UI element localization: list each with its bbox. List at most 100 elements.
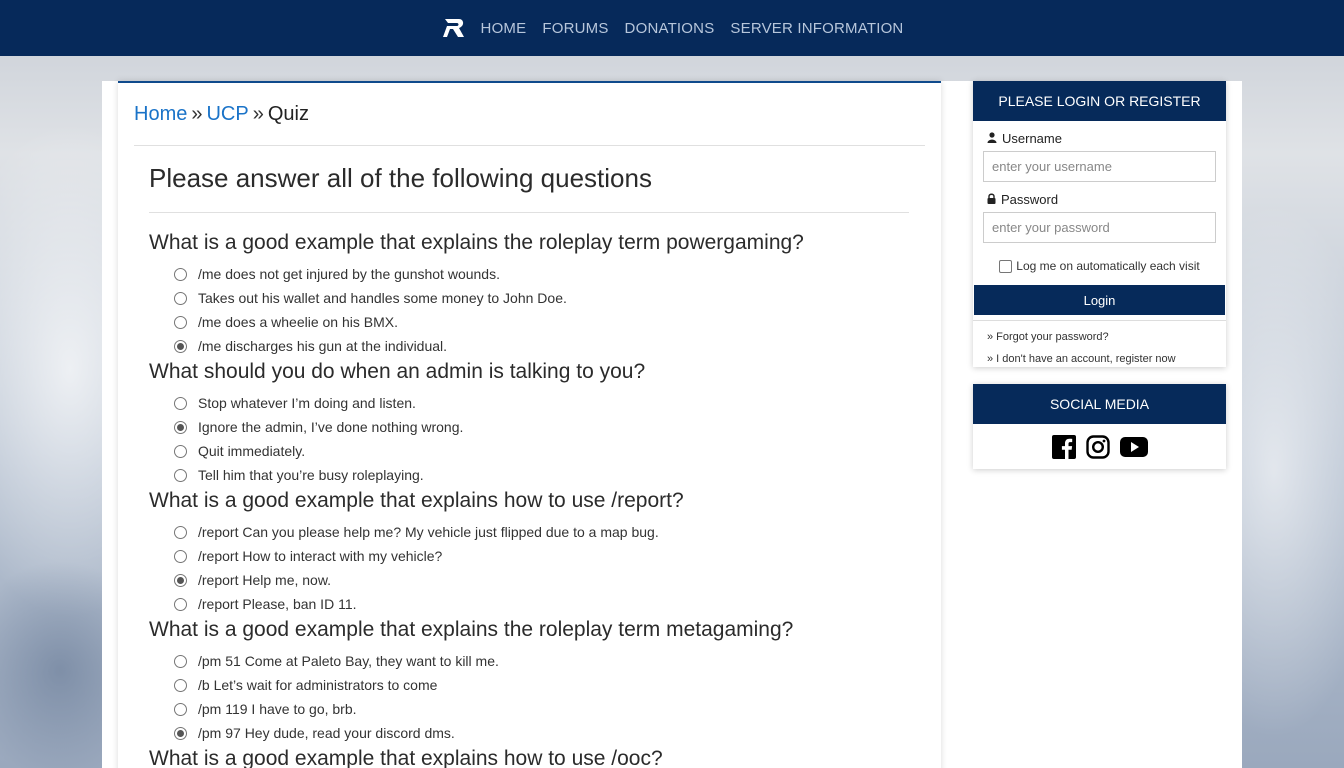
questions-list: What is a good example that explains the…: [149, 229, 919, 768]
password-label-text: Password: [1001, 192, 1059, 207]
username-input[interactable]: [983, 151, 1216, 182]
radio-button[interactable]: [174, 315, 187, 329]
social-media-header: SOCIAL MEDIA: [973, 384, 1226, 424]
question-block: What is a good example that explains the…: [149, 616, 919, 745]
option-label: /report Help me, now.: [198, 572, 332, 588]
remember-me-label: Log me on automatically each visit: [1016, 259, 1200, 273]
login-panel-header: PLEASE LOGIN OR REGISTER: [973, 81, 1226, 121]
login-button[interactable]: Login: [974, 285, 1225, 315]
answer-option[interactable]: /b Let’s wait for administrators to come: [174, 673, 919, 697]
answer-option[interactable]: /me discharges his gun at the individual…: [174, 334, 919, 358]
radio-button-selected[interactable]: [174, 573, 187, 587]
answer-option[interactable]: /pm 119 I have to go, brb.: [174, 697, 919, 721]
radio-button[interactable]: [174, 525, 187, 539]
question-text: What is a good example that explains how…: [149, 747, 663, 768]
top-navbar: HOME FORUMS DONATIONS SERVER INFORMATION: [0, 0, 1344, 56]
social-media-panel: SOCIAL MEDIA: [973, 384, 1226, 469]
answer-option[interactable]: /pm 51 Come at Paleto Bay, they want to …: [174, 649, 919, 673]
page-container: Home» UCP» Quiz Please answer all of the f…: [102, 81, 1242, 768]
breadcrumb-ucp-link[interactable]: UCP: [206, 103, 248, 125]
option-label: Tell him that you’re busy roleplaying.: [198, 467, 424, 483]
options-list: /me does not get injured by the gunshot …: [149, 261, 919, 358]
radio-button[interactable]: [174, 654, 187, 668]
question-block: What should you do when an admin is talk…: [149, 358, 919, 487]
register-link[interactable]: » I don't have an account, register now: [987, 348, 1212, 370]
answer-option[interactable]: /me does a wheelie on his BMX.: [174, 310, 919, 334]
breadcrumb-separator: »: [191, 103, 203, 125]
breadcrumb-home-link[interactable]: Home: [134, 103, 187, 125]
answer-option[interactable]: Tell him that you’re busy roleplaying.: [174, 463, 919, 487]
question-text: What is a good example that explains the…: [149, 618, 794, 641]
question-text: What is a good example that explains the…: [149, 231, 804, 254]
remember-me-row: Log me on automatically each visit: [973, 259, 1226, 273]
answer-option[interactable]: /me does not get injured by the gunshot …: [174, 262, 919, 286]
option-label: /pm 51 Come at Paleto Bay, they want to …: [198, 653, 499, 669]
option-label: /b Let’s wait for administrators to come: [198, 677, 438, 693]
answer-option[interactable]: Takes out his wallet and handles some mo…: [174, 286, 919, 310]
radio-button-selected[interactable]: [174, 726, 187, 740]
forgot-password-link[interactable]: » Forgot your password?: [987, 326, 1212, 348]
radio-button[interactable]: [174, 597, 187, 611]
options-list: /pm 51 Come at Paleto Bay, they want to …: [149, 648, 919, 745]
question-text: What should you do when an admin is talk…: [149, 360, 646, 383]
nav-server-information[interactable]: SERVER INFORMATION: [730, 20, 903, 37]
option-label: /report Please, ban ID 11.: [198, 596, 357, 612]
option-label: /me does not get injured by the gunshot …: [198, 266, 500, 282]
options-list: /report Can you please help me? My vehic…: [149, 519, 919, 616]
breadcrumb: Home» UCP» Quiz: [134, 103, 309, 126]
radio-button[interactable]: [174, 468, 187, 482]
radio-button-selected[interactable]: [174, 420, 187, 434]
radio-button[interactable]: [174, 396, 187, 410]
login-links: » Forgot your password? » I don't have a…: [973, 320, 1226, 375]
option-label: Takes out his wallet and handles some mo…: [198, 290, 567, 306]
question-block: What is a good example that explains how…: [149, 745, 919, 768]
remember-me-checkbox[interactable]: [999, 259, 1013, 273]
page-title: Please answer all of the following quest…: [149, 163, 652, 193]
option-label: /pm 97 Hey dude, read your discord dms.: [198, 725, 455, 741]
password-input[interactable]: [983, 212, 1216, 243]
instagram-icon[interactable]: [1085, 434, 1110, 459]
options-list: Stop whatever I’m doing and listen. Igno…: [149, 390, 919, 487]
lock-icon: [987, 192, 996, 207]
answer-option[interactable]: Stop whatever I’m doing and listen.: [174, 391, 919, 415]
username-label-text: Username: [1002, 131, 1062, 146]
breadcrumb-current: Quiz: [267, 103, 309, 125]
question-block: What is a good example that explains the…: [149, 229, 919, 358]
nav-donations[interactable]: DONATIONS: [625, 20, 715, 37]
answer-option[interactable]: Ignore the admin, I’ve done nothing wron…: [174, 415, 919, 439]
question-block: What is a good example that explains how…: [149, 487, 919, 616]
answer-option[interactable]: /report How to interact with my vehicle?: [174, 544, 919, 568]
nav-home[interactable]: HOME: [481, 20, 527, 37]
option-label: /pm 119 I have to go, brb.: [198, 701, 357, 717]
option-label: /me discharges his gun at the individual…: [198, 338, 448, 354]
answer-option[interactable]: /pm 97 Hey dude, read your discord dms.: [174, 721, 919, 745]
divider: [134, 145, 925, 146]
answer-option[interactable]: Quit immediately.: [174, 439, 919, 463]
login-panel: PLEASE LOGIN OR REGISTER Username Passwo…: [973, 81, 1226, 367]
option-label: /me does a wheelie on his BMX.: [198, 314, 398, 330]
user-icon: [987, 131, 997, 146]
logo-icon[interactable]: [441, 15, 467, 41]
answer-option[interactable]: /report Help me, now.: [174, 568, 919, 592]
radio-button[interactable]: [174, 702, 187, 716]
password-label: Password: [987, 192, 1226, 207]
radio-button-selected[interactable]: [174, 339, 187, 353]
username-label: Username: [987, 131, 1226, 146]
answer-option[interactable]: /report Can you please help me? My vehic…: [174, 520, 919, 544]
nav-forums[interactable]: FORUMS: [542, 20, 608, 37]
radio-button[interactable]: [174, 549, 187, 563]
breadcrumb-separator: »: [252, 103, 264, 125]
radio-button[interactable]: [174, 678, 187, 692]
option-label: Ignore the admin, I’ve done nothing wron…: [198, 419, 464, 435]
option-label: /report How to interact with my vehicle?: [198, 548, 443, 564]
option-label: Stop whatever I’m doing and listen.: [198, 395, 416, 411]
facebook-icon[interactable]: [1051, 434, 1076, 459]
youtube-icon[interactable]: [1119, 436, 1148, 457]
radio-button[interactable]: [174, 291, 187, 305]
radio-button[interactable]: [174, 444, 187, 458]
answer-option[interactable]: /report Please, ban ID 11.: [174, 592, 919, 616]
option-label: Quit immediately.: [198, 443, 306, 459]
radio-button[interactable]: [174, 267, 187, 281]
divider: [149, 212, 909, 213]
option-label: /report Can you please help me? My vehic…: [198, 524, 659, 540]
